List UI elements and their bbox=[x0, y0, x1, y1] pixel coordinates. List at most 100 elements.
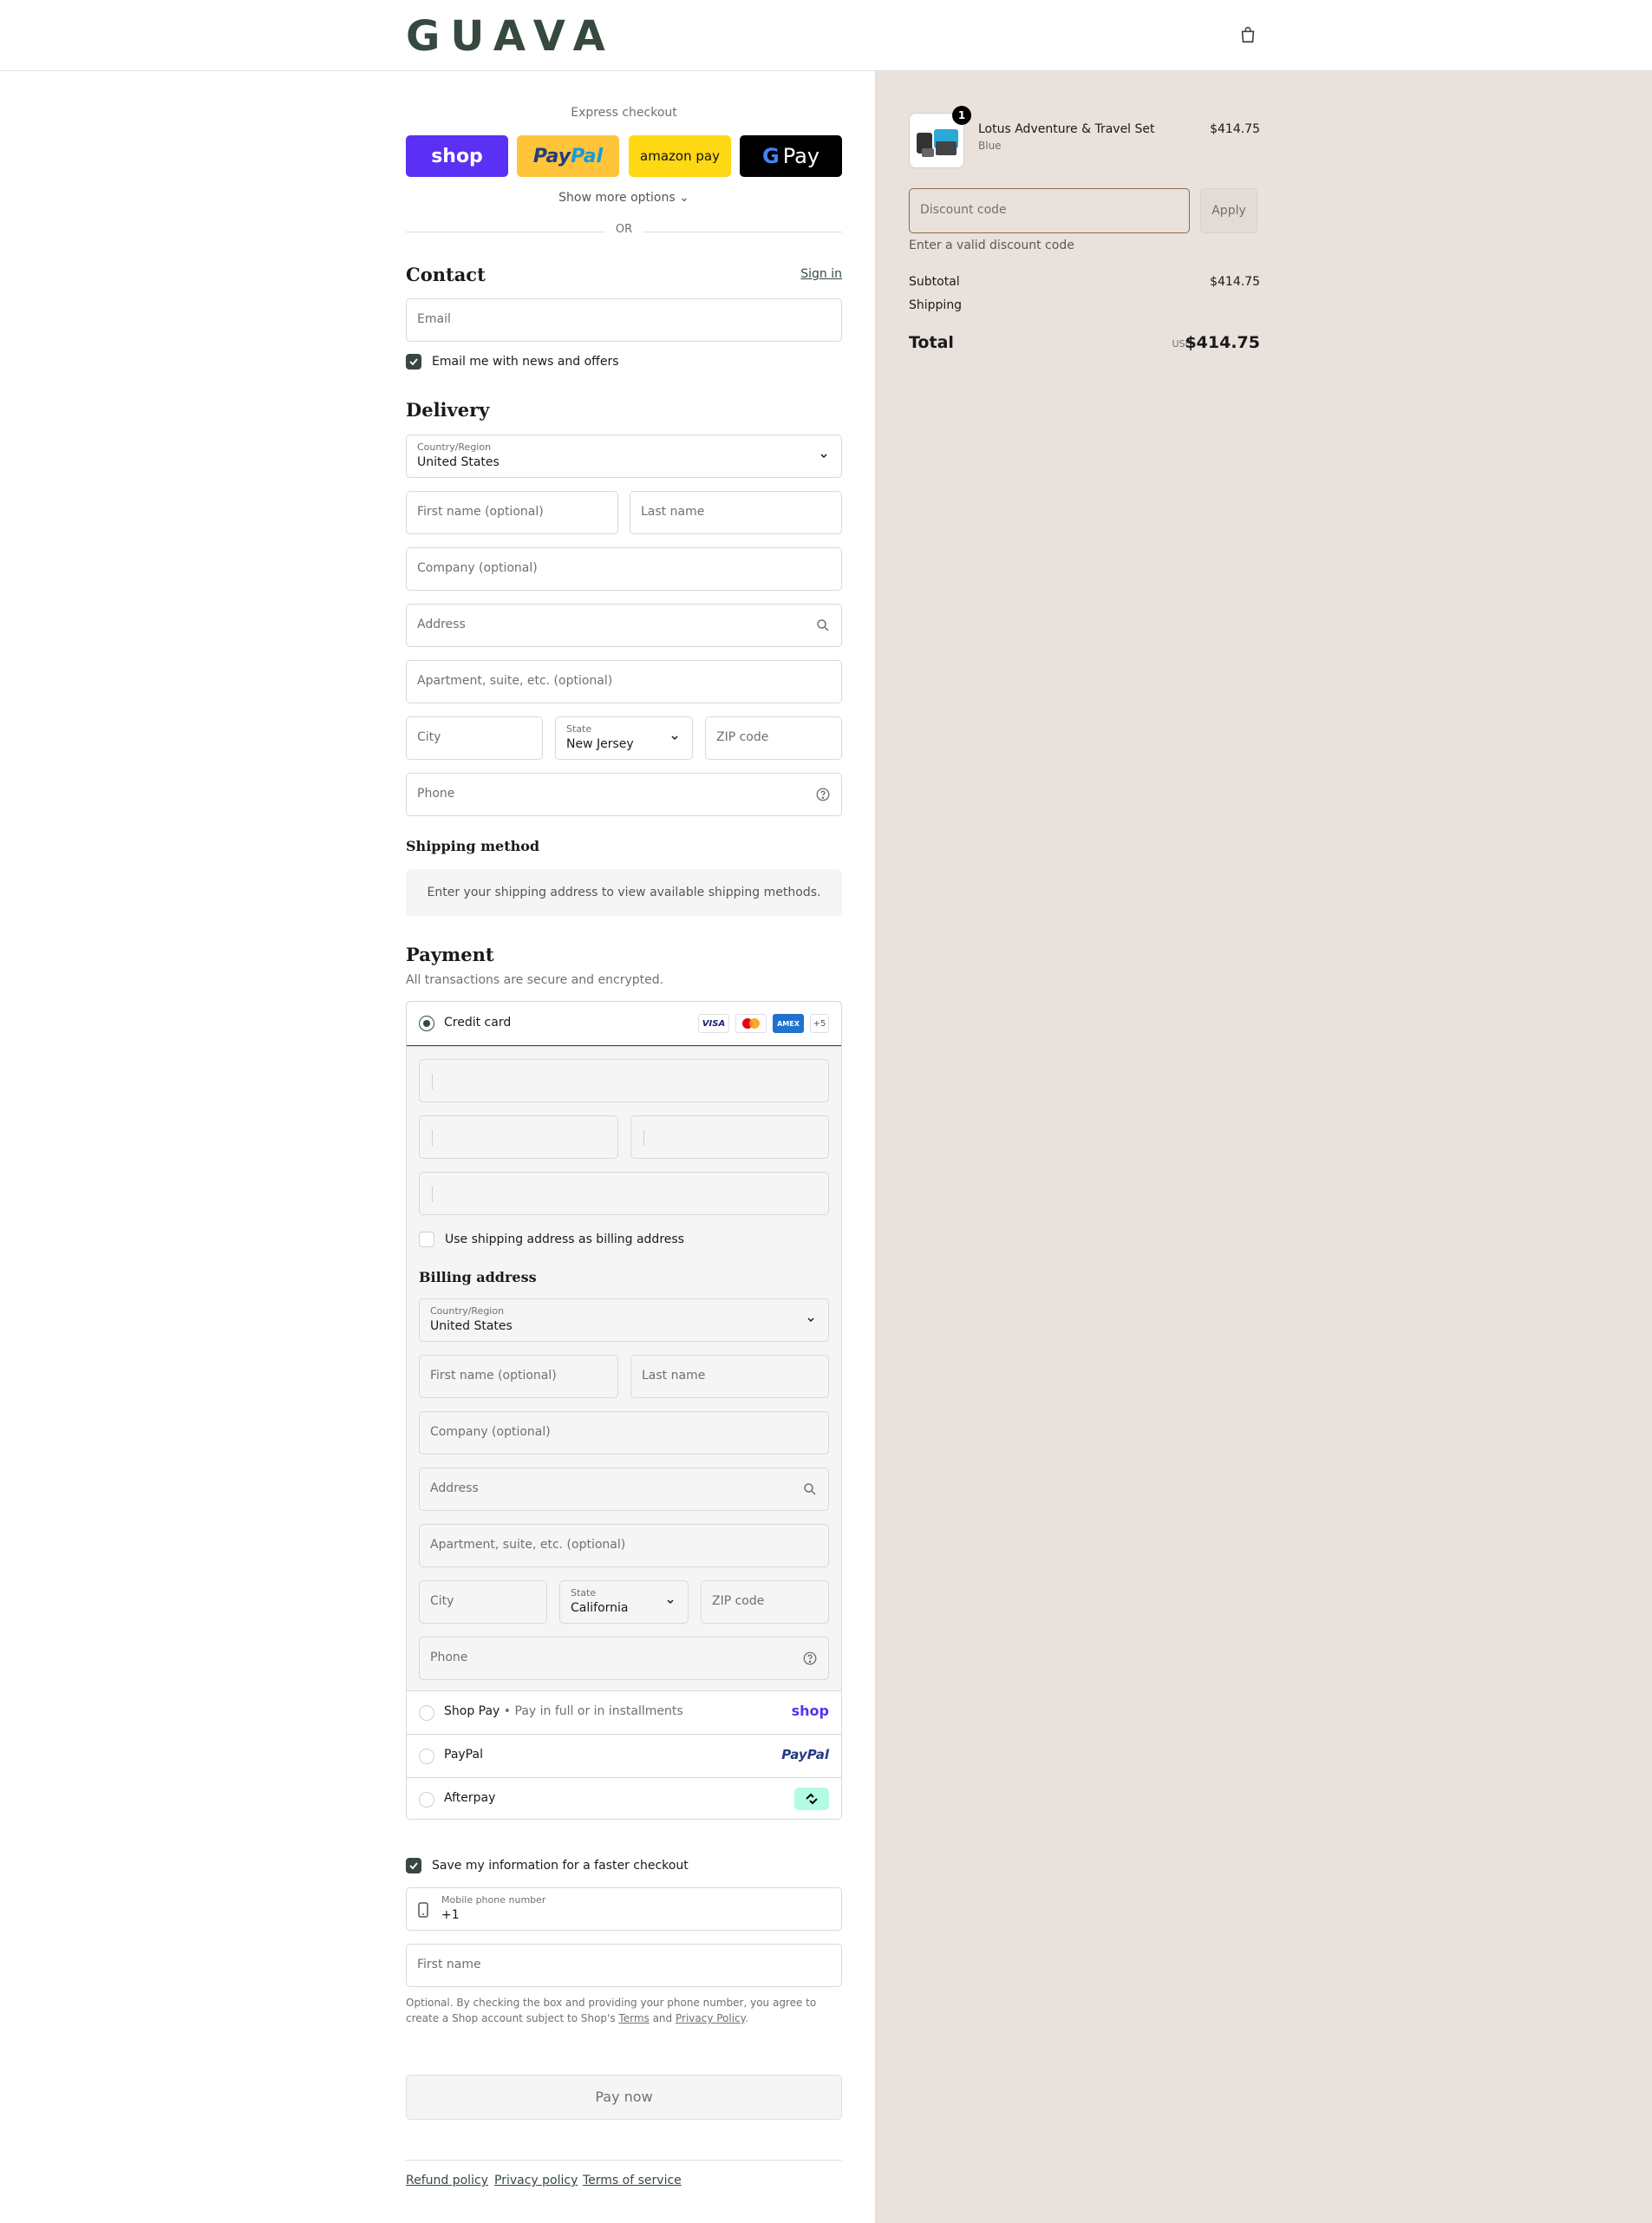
billing-last-name-field[interactable]: Last name bbox=[630, 1355, 829, 1398]
billing-apartment-placeholder: Apartment, suite, etc. (optional) bbox=[430, 1538, 626, 1552]
shipping-label: Shipping bbox=[909, 298, 963, 312]
paypal-button[interactable]: Pay Pal bbox=[517, 135, 619, 177]
delivery-heading: Delivery bbox=[406, 399, 490, 421]
billing-last-name-placeholder: Last name bbox=[642, 1369, 706, 1383]
paypal-label-pal: Pal bbox=[571, 145, 604, 167]
store-logo[interactable]: GUAVA bbox=[406, 12, 616, 61]
or-divider: OR bbox=[406, 223, 842, 240]
email-news-label: Email me with news and offers bbox=[432, 355, 619, 369]
footer-divider bbox=[406, 2160, 842, 2161]
save-info-label: Save my information for a faster checkou… bbox=[432, 1859, 689, 1873]
amex-icon: AMEX bbox=[773, 1014, 804, 1033]
state-select[interactable]: State New Jersey bbox=[555, 716, 693, 760]
billing-apartment-field[interactable]: Apartment, suite, etc. (optional) bbox=[419, 1524, 829, 1567]
company-placeholder: Company (optional) bbox=[417, 561, 538, 575]
quantity-badge: 1 bbox=[952, 106, 971, 125]
shop-pay-button[interactable]: shop bbox=[406, 135, 508, 177]
billing-phone-field[interactable]: Phone bbox=[419, 1637, 829, 1680]
legal-and: and bbox=[649, 2012, 676, 2024]
google-pay-button[interactable]: G Pay bbox=[740, 135, 842, 177]
zip-placeholder: ZIP code bbox=[716, 730, 769, 744]
text-cursor bbox=[432, 1130, 433, 1146]
text-cursor bbox=[432, 1074, 433, 1089]
first-name-field[interactable]: First name (optional) bbox=[406, 491, 618, 534]
chevron-down-icon bbox=[671, 736, 678, 741]
billing-address-placeholder: Address bbox=[430, 1481, 479, 1495]
billing-same-checkbox[interactable]: Use shipping address as billing address bbox=[419, 1232, 684, 1247]
total-value: $414.75 bbox=[1185, 333, 1260, 352]
card-number-field[interactable] bbox=[419, 1059, 829, 1102]
billing-state-value: California bbox=[571, 1601, 629, 1615]
shipping-method-message: Enter your shipping address to view avai… bbox=[406, 869, 842, 916]
shop-privacy-link[interactable]: Privacy Policy bbox=[676, 2012, 745, 2024]
mobile-phone-icon bbox=[418, 1902, 428, 1918]
company-field[interactable]: Company (optional) bbox=[406, 547, 842, 591]
card-name-field[interactable] bbox=[419, 1172, 829, 1215]
phone-field[interactable]: Phone bbox=[406, 773, 842, 816]
radio-unselected-icon bbox=[419, 1705, 434, 1721]
sign-in-link[interactable]: Sign in bbox=[800, 267, 842, 281]
apply-discount-button[interactable]: Apply bbox=[1200, 188, 1257, 233]
city-field[interactable]: City bbox=[406, 716, 543, 760]
apartment-placeholder: Apartment, suite, etc. (optional) bbox=[417, 674, 613, 688]
billing-phone-placeholder: Phone bbox=[430, 1651, 468, 1664]
amazon-pay-label: amazon pay bbox=[640, 148, 720, 164]
more-cards-badge: +5 bbox=[810, 1014, 829, 1033]
privacy-policy-link[interactable]: Privacy policy bbox=[494, 2174, 578, 2187]
refund-policy-link[interactable]: Refund policy bbox=[406, 2174, 488, 2187]
country-select[interactable]: Country/Region United States bbox=[406, 435, 842, 478]
header: GUAVA bbox=[0, 0, 1652, 71]
discount-code-field[interactable]: Discount code bbox=[909, 188, 1190, 233]
billing-zip-placeholder: ZIP code bbox=[712, 1594, 765, 1608]
amazon-pay-button[interactable]: amazon pay bbox=[629, 135, 731, 177]
checkbox-checked-icon bbox=[406, 1858, 421, 1873]
shop-pay-option[interactable]: Shop Pay • Pay in full or in installment… bbox=[407, 1690, 841, 1734]
shopping-bag-icon[interactable] bbox=[1238, 25, 1257, 44]
billing-company-field[interactable]: Company (optional) bbox=[419, 1411, 829, 1455]
mastercard-icon bbox=[735, 1014, 767, 1033]
shop-first-name-field[interactable]: First name bbox=[406, 1944, 842, 1987]
bullet-separator: • bbox=[503, 1704, 512, 1718]
card-expiry-field[interactable] bbox=[419, 1115, 618, 1159]
subtotal-label: Subtotal bbox=[909, 275, 960, 289]
card-security-code-field[interactable] bbox=[630, 1115, 829, 1159]
discount-error-message: Enter a valid discount code bbox=[909, 239, 1074, 252]
address-field[interactable]: Address bbox=[406, 604, 842, 647]
shop-terms-link[interactable]: Terms bbox=[618, 2012, 649, 2024]
help-circle-icon[interactable] bbox=[802, 1651, 818, 1666]
shipping-row: Shipping bbox=[909, 298, 1260, 312]
total-label: Total bbox=[909, 333, 954, 352]
last-name-field[interactable]: Last name bbox=[630, 491, 842, 534]
apartment-field[interactable]: Apartment, suite, etc. (optional) bbox=[406, 660, 842, 703]
email-field[interactable]: Email bbox=[406, 298, 842, 342]
billing-address-field[interactable]: Address bbox=[419, 1468, 829, 1511]
billing-zip-field[interactable]: ZIP code bbox=[701, 1580, 829, 1624]
help-circle-icon[interactable] bbox=[815, 787, 831, 802]
billing-state-label: State bbox=[571, 1587, 597, 1599]
billing-country-select[interactable]: Country/Region United States bbox=[419, 1298, 829, 1342]
shop-pay-option-label: Shop Pay • Pay in full or in installment… bbox=[444, 1704, 683, 1718]
show-more-options-label: Show more options bbox=[558, 191, 676, 205]
checkbox-unchecked-icon bbox=[419, 1232, 434, 1247]
email-news-checkbox[interactable]: Email me with news and offers bbox=[406, 354, 619, 369]
show-more-options-link[interactable]: Show more options ⌄ bbox=[406, 191, 842, 205]
city-placeholder: City bbox=[417, 730, 441, 744]
billing-first-name-field[interactable]: First name (optional) bbox=[419, 1355, 618, 1398]
shop-pay-logo: shop bbox=[791, 1703, 829, 1719]
radio-selected-icon bbox=[419, 1016, 434, 1031]
billing-city-field[interactable]: City bbox=[419, 1580, 547, 1624]
google-pay-label: Pay bbox=[782, 144, 819, 168]
mobile-phone-value: +1 bbox=[441, 1908, 460, 1922]
afterpay-logo-icon bbox=[794, 1788, 829, 1810]
billing-state-select[interactable]: State California bbox=[559, 1580, 689, 1624]
save-info-checkbox[interactable]: Save my information for a faster checkou… bbox=[406, 1858, 689, 1873]
paypal-option[interactable]: PayPal PayPal bbox=[407, 1734, 841, 1777]
afterpay-option[interactable]: Afterpay bbox=[407, 1777, 841, 1819]
pay-now-button[interactable]: Pay now bbox=[406, 2075, 842, 2120]
credit-card-option[interactable]: Credit card VISA AMEX +5 bbox=[407, 1002, 841, 1046]
product-price: $414.75 bbox=[1210, 122, 1260, 136]
mobile-phone-field[interactable]: Mobile phone number +1 bbox=[406, 1887, 842, 1931]
shop-pay-label: shop bbox=[431, 145, 483, 167]
terms-of-service-link[interactable]: Terms of service bbox=[583, 2174, 682, 2187]
zip-field[interactable]: ZIP code bbox=[705, 716, 842, 760]
